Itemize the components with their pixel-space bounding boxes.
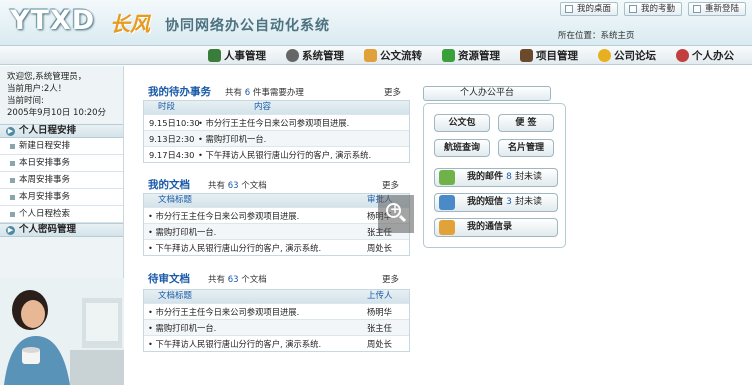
notes-button[interactable]: 便 签: [498, 114, 554, 132]
desktop-icon: [564, 5, 573, 13]
todo-count: 共有 6 件事需要办理: [225, 88, 304, 98]
main-nav: 人事管理 系统管理 公文流转 资源管理 项目管理 公司论坛 个人办公: [0, 46, 752, 65]
gear-icon: [286, 48, 299, 62]
sms-icon: [439, 195, 455, 210]
todo-table: 时段 内容 9.15日10:30 • 市分行王主任今日来公司参观项目进展. 9.1…: [143, 100, 410, 163]
my-docs-title[interactable]: 我的文档: [148, 177, 190, 192]
table-row[interactable]: • 市分行王主任今日来公司参观项目进展.杨明华: [144, 303, 409, 319]
mail-icon: [439, 170, 455, 185]
nav-documents[interactable]: 公文流转: [354, 46, 432, 64]
people-icon: [208, 48, 221, 62]
my-docs-table: 文档标题 审批人 • 市分行王主任今日来公司参观项目进展.杨明华 • 需购打印机…: [143, 193, 410, 256]
office-woman-photo: [0, 278, 124, 385]
table-row[interactable]: 9.13日2:30 • 需购打印机一台.: [144, 130, 409, 146]
review-docs-count: 共有 63 个文档: [208, 275, 267, 285]
personal-platform-button[interactable]: 个人办公平台: [423, 86, 551, 101]
nav-projects[interactable]: 项目管理: [510, 46, 588, 64]
review-docs-table: 文档标题 上传人 • 市分行王主任今日来公司参观项目进展. 杨明华 • 需购打印机…: [143, 289, 410, 352]
zoom-overlay[interactable]: [378, 195, 414, 233]
review-docs-table-header: 文档标题 上传人: [144, 290, 409, 303]
sidebar-section-schedule[interactable]: ▶ 个人日程安排: [0, 124, 123, 138]
relogin-link[interactable]: 重新登陆: [687, 2, 746, 16]
header: YTXD 长风 协同网络办公自动化系统 我的桌面 我的考勤 重新登陆 所在位置：…: [0, 0, 752, 46]
sidebar: 欢迎您,系统管理员， 当前用户:2人！ 当前时间: 2005年9月10日 10:…: [0, 66, 124, 385]
logo: YTXD: [10, 5, 96, 36]
nav-hr[interactable]: 人事管理: [198, 46, 276, 64]
check-icon: [442, 48, 455, 62]
relogin-icon: [692, 5, 701, 13]
todo-title[interactable]: 我的待办事务: [148, 84, 211, 99]
nav-resources[interactable]: 资源管理: [432, 46, 510, 64]
chat-icon: [598, 48, 611, 62]
main-content: 我的待办事务 共有 6 件事需要办理 更多 时段 内容 9.15日10:30 • …: [128, 66, 752, 385]
table-row[interactable]: • 下午拜访人民银行唐山分行的客户, 演示系统. 周处长: [144, 335, 409, 351]
review-docs-title[interactable]: 待审文档: [148, 271, 190, 286]
person-icon: [676, 48, 689, 62]
table-row[interactable]: 9.17日4:30 • 下午拜访人民银行唐山分行的客户, 演示系统.: [144, 146, 409, 162]
sidebar-item-today[interactable]: 本日安排事务: [0, 155, 123, 172]
sidebar-item-month[interactable]: 本月安排事务: [0, 189, 123, 206]
review-docs-more-link[interactable]: 更多: [382, 273, 399, 285]
welcome-info: 欢迎您,系统管理员， 当前用户:2人！ 当前时间: 2005年9月10日 10:…: [7, 72, 107, 118]
project-icon: [520, 48, 533, 62]
my-docs-table-header: 文档标题 审批人: [144, 194, 409, 207]
bullet-icon: [10, 160, 15, 166]
my-sms-button[interactable]: 我的短信 3 封未读: [434, 193, 558, 212]
nav-forum[interactable]: 公司论坛: [588, 46, 666, 64]
sidebar-item-new-schedule[interactable]: 新建日程安排: [0, 138, 123, 155]
contacts-button[interactable]: 我的通信录: [434, 218, 558, 237]
my-docs-count: 共有 63 个文档: [208, 181, 267, 191]
logo-cn: 长风: [110, 12, 150, 36]
location: 所在位置：系统主页: [558, 31, 635, 41]
bullet-icon: [10, 194, 15, 200]
my-docs-more-link[interactable]: 更多: [382, 179, 399, 191]
top-links: 我的桌面 我的考勤 重新登陆: [559, 2, 746, 16]
personal-platform-panel: 公文包 便 签 航班查询 名片管理 我的邮件 8 封未读 我的短信 3 封未读 …: [423, 103, 566, 248]
briefcase-button[interactable]: 公文包: [434, 114, 490, 132]
flight-search-button[interactable]: 航班查询: [434, 139, 490, 157]
bullet-icon: [10, 177, 15, 183]
todo-table-header: 时段 内容: [144, 101, 409, 114]
nav-personal[interactable]: 个人办公: [666, 46, 744, 64]
table-row[interactable]: 9.15日10:30 • 市分行王主任今日来公司参观项目进展.: [144, 114, 409, 130]
folder-icon: [364, 48, 377, 62]
todo-more-link[interactable]: 更多: [384, 86, 401, 98]
table-row[interactable]: • 需购打印机一台.张主任: [144, 319, 409, 335]
nav-system[interactable]: 系统管理: [276, 46, 354, 64]
contacts-icon: [439, 220, 455, 235]
sidebar-item-week[interactable]: 本周安排事务: [0, 172, 123, 189]
arrow-right-icon: ▶: [6, 225, 15, 235]
sidebar-section-password[interactable]: ▶ 个人密码管理: [0, 223, 123, 237]
card-management-button[interactable]: 名片管理: [498, 139, 554, 157]
my-attendance-link[interactable]: 我的考勤: [623, 2, 682, 16]
attendance-icon: [628, 5, 637, 13]
bullet-icon: [10, 143, 15, 149]
bullet-icon: [10, 211, 15, 217]
table-row[interactable]: • 市分行王主任今日来公司参观项目进展.杨明华: [144, 207, 409, 223]
arrow-right-icon: ▶: [6, 126, 15, 136]
my-mail-button[interactable]: 我的邮件 8 封未读: [434, 168, 558, 187]
system-title: 协同网络办公自动化系统: [165, 18, 330, 34]
my-desktop-link[interactable]: 我的桌面: [559, 2, 618, 16]
table-row[interactable]: • 需购打印机一台.张主任: [144, 223, 409, 239]
table-row[interactable]: • 下午拜访人民银行唐山分行的客户, 演示系统. 周处长: [144, 239, 409, 255]
sidebar-item-search[interactable]: 个人日程检索: [0, 206, 123, 223]
